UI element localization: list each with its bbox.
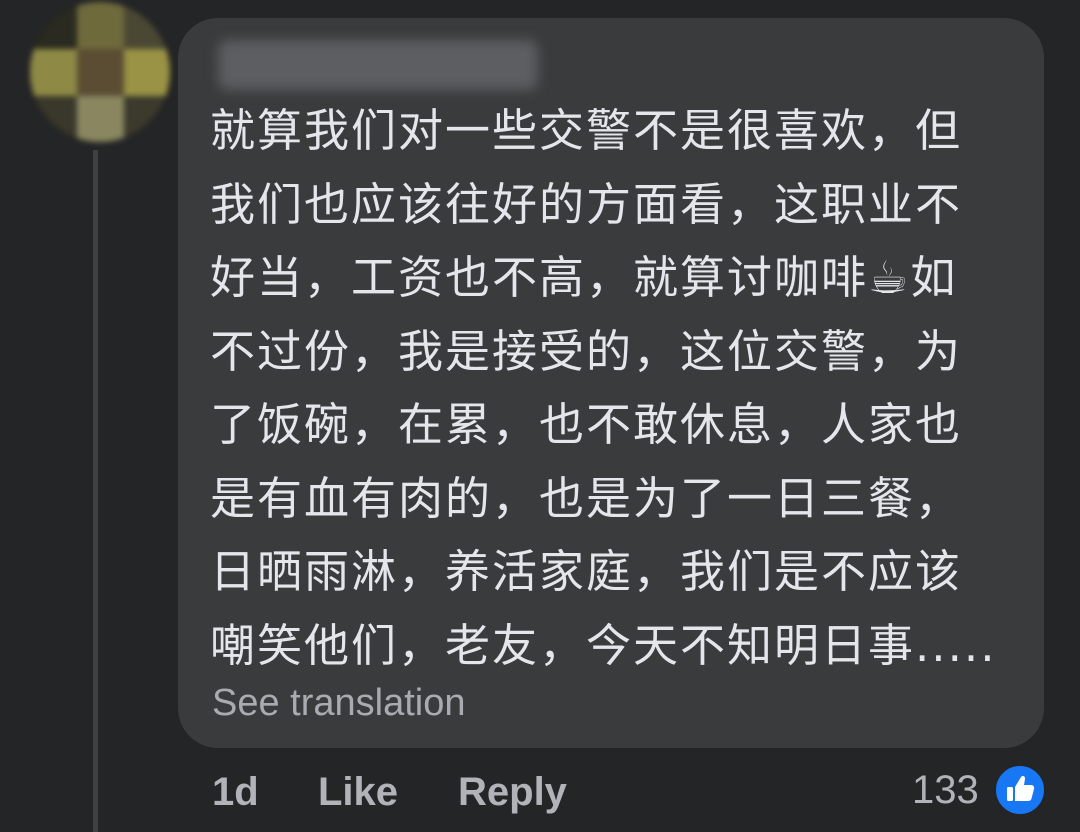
comment-line: 我们也应该往好的方面看，这职业不 xyxy=(210,177,963,231)
comment-timestamp[interactable]: 1d xyxy=(212,770,259,815)
comment-line: 了饭碗，在累，也不敢休息，人家也 xyxy=(210,398,963,451)
commenter-name-redacted[interactable] xyxy=(218,40,538,90)
reaction-count[interactable]: 133 xyxy=(912,768,979,813)
comment-text: 就算我们对一些交警不是很喜欢，但 我们也应该往好的方面看，这职业不 好当，工资也… xyxy=(210,94,1010,682)
avatar[interactable] xyxy=(30,2,170,142)
comment-line: 不过份，我是接受的，这位交警，为 xyxy=(210,324,963,378)
comment-line: 是有血有肉的，也是为了一日三餐， xyxy=(210,471,963,525)
comment-line: 就算我们对一些交警不是很喜欢，但 xyxy=(210,104,963,157)
thread-line xyxy=(93,150,98,832)
thumbs-up-icon[interactable] xyxy=(994,764,1046,816)
comment-line: 嘲笑他们，老友，今天不知明日事..... xyxy=(210,618,997,672)
comment-thread: 就算我们对一些交警不是很喜欢，但 我们也应该往好的方面看，这职业不 好当，工资也… xyxy=(0,0,1080,832)
reply-button[interactable]: Reply xyxy=(458,770,567,815)
comment-line: 好当，工资也不高，就算讨咖啡☕如 xyxy=(210,251,958,304)
see-translation-link[interactable]: See translation xyxy=(212,682,466,725)
comment-line: 日晒雨淋，养活家庭，我们是不应该 xyxy=(210,545,963,598)
like-button[interactable]: Like xyxy=(318,770,398,815)
